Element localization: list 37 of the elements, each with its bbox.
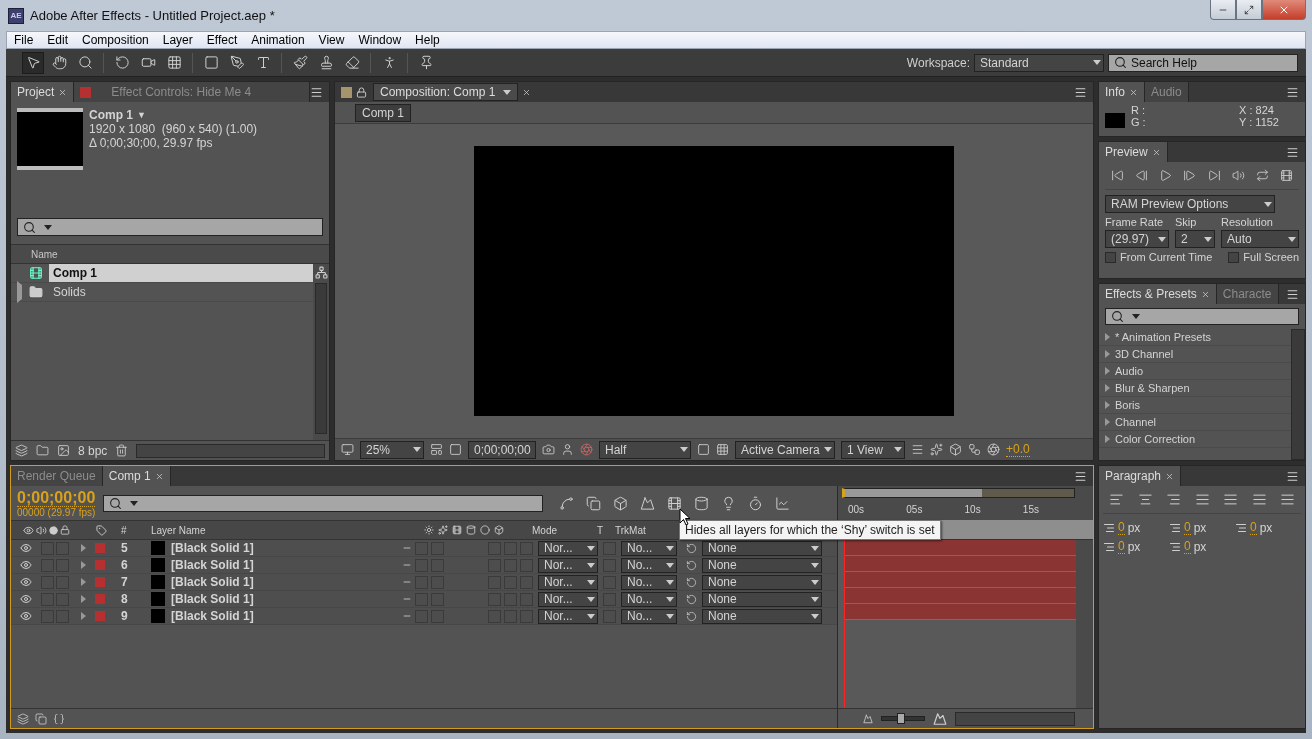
unit-label: px — [1127, 539, 1141, 554]
column-header: Mode — [532, 524, 557, 536]
layer-number: 7 — [121, 575, 128, 589]
layer-number: 8 — [121, 592, 128, 606]
channel-label: G : — [1131, 116, 1147, 128]
ruler-label: 00s — [848, 503, 865, 515]
frame-count: 00000 (29.97 fps) — [17, 506, 96, 518]
tooltip: Hides all layers for which the ‘Shy’ switch is set — [679, 520, 941, 540]
unit-label: px — [1193, 539, 1207, 554]
unit-label: px — [1259, 520, 1273, 535]
checkbox-label: Full Screen — [1243, 251, 1299, 263]
layer-number: 9 — [121, 609, 128, 623]
layer-number: 5 — [121, 541, 128, 555]
unit-label: px — [1193, 520, 1207, 535]
ruler-label: 05s — [906, 503, 923, 515]
x-coordinate: X : 824 — [1239, 104, 1275, 116]
ruler-label: 15s — [1022, 503, 1039, 515]
workspace-label: Workspace: — [906, 55, 970, 70]
comp-name: Comp 1 — [89, 108, 133, 122]
window-title: Adobe After Effects - Untitled Project.aep * — [30, 8, 276, 23]
y-coordinate: Y : 1152 — [1239, 116, 1279, 128]
column-header: # — [121, 524, 127, 536]
resolution-label: Resolution — [1221, 216, 1274, 228]
layer-number: 6 — [121, 558, 128, 572]
column-header: T — [597, 524, 604, 536]
comp-details: Δ 0;00;30;00, 29.97 fps — [89, 136, 214, 150]
frame-rate-label: Frame Rate — [1105, 216, 1165, 228]
unit-label: px — [1127, 520, 1141, 535]
column-header: TrkMat — [615, 524, 646, 536]
channel-label: R : — [1131, 104, 1147, 116]
checkbox-label: From Current Time — [1120, 251, 1213, 263]
column-header: Name — [31, 248, 58, 260]
column-header: Layer Name — [151, 524, 206, 536]
skip-label: Skip — [1175, 216, 1198, 228]
comp-details: 1920 x 1080 (960 x 540) (1.00) — [89, 122, 258, 136]
ruler-label: 10s — [964, 503, 981, 515]
app-logo: AE — [8, 7, 24, 24]
